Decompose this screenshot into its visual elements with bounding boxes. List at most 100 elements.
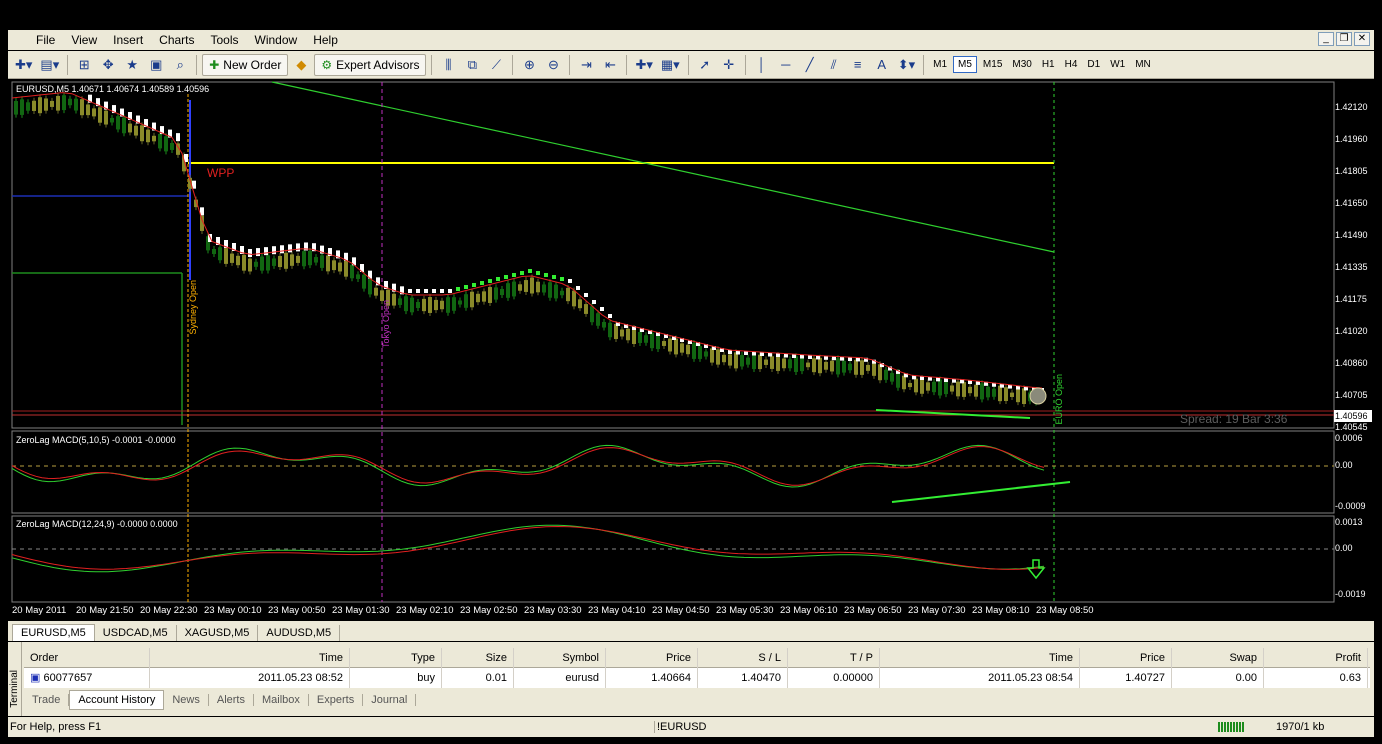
col-profit[interactable]: Profit (1264, 647, 1368, 668)
market-watch-icon[interactable]: ⊞ (73, 54, 95, 76)
fibonacci-icon[interactable]: ≡ (847, 54, 869, 76)
periods-icon[interactable]: ▦▾ (658, 54, 683, 76)
timeframe-h4[interactable]: H4 (1061, 57, 1082, 72)
candle-body (704, 351, 708, 357)
equidistant-channel-icon[interactable]: ⫽ (823, 54, 845, 76)
candle-body (668, 338, 672, 352)
table-row[interactable]: ▣ 60077657 2011.05.23 08:52 buy 0.01 eur… (24, 668, 1370, 688)
tab-account-history[interactable]: Account History (69, 690, 165, 710)
col-price[interactable]: Price (606, 647, 698, 668)
history-table: Order Time Type Size Symbol Price S / L … (24, 647, 1370, 688)
ribbon-dot (576, 286, 580, 290)
cell-profit: 0.63 (1264, 668, 1368, 688)
time-tick: 23 May 02:10 (396, 605, 454, 616)
metaeditor-icon[interactable]: ◆ (290, 54, 312, 76)
menu-window[interactable]: Window (247, 30, 306, 50)
line-chart-icon[interactable]: ⟋ (485, 54, 507, 76)
tab-news[interactable]: News (164, 694, 209, 706)
chart-canvas[interactable] (8, 80, 1374, 618)
close-icon[interactable]: ✕ (1354, 32, 1370, 46)
menu-help[interactable]: Help (305, 30, 346, 50)
new-order-button[interactable]: ✚ New Order (202, 53, 289, 76)
tab-experts[interactable]: Experts (309, 694, 364, 706)
crosshair-icon[interactable]: ✛ (718, 54, 740, 76)
bar-chart-icon[interactable]: ⫼ (437, 54, 459, 76)
col-sl[interactable]: S / L (698, 647, 788, 668)
timeframe-m15[interactable]: M15 (979, 57, 1006, 72)
horizontal-line-icon[interactable]: ─ (775, 54, 797, 76)
macd1-panel (11, 430, 1335, 514)
tab-journal[interactable]: Journal (363, 694, 417, 706)
time-tick: 23 May 06:10 (780, 605, 838, 616)
timeframe-h1[interactable]: H1 (1038, 57, 1059, 72)
chart-tab-xagusd[interactable]: XAGUSD,M5 (177, 625, 259, 641)
col-close-time[interactable]: Time (880, 647, 1080, 668)
timeframe-m5[interactable]: M5 (953, 56, 977, 73)
auto-scroll-icon[interactable]: ⇥ (575, 54, 597, 76)
timeframe-d1[interactable]: D1 (1083, 57, 1104, 72)
timeframe-w1[interactable]: W1 (1106, 57, 1129, 72)
candle-body (740, 355, 744, 367)
menu-file[interactable]: File (8, 30, 63, 50)
terminal-icon[interactable]: ▣ (145, 54, 167, 76)
timeframe-m1[interactable]: M1 (929, 57, 951, 72)
macd1-title: ZeroLag MACD(5,10,5) -0.0001 -0.0000 (16, 435, 176, 445)
chart-tab-usdcad[interactable]: USDCAD,M5 (95, 625, 177, 641)
chart-shift-icon[interactable]: ⇤ (599, 54, 621, 76)
col-swap[interactable]: Swap (1172, 647, 1264, 668)
col-symbol[interactable]: Symbol (514, 647, 606, 668)
ribbon-dot (512, 273, 516, 277)
ribbon-dot (472, 283, 476, 287)
minimize-icon[interactable]: _ (1318, 32, 1334, 46)
expert-advisors-button[interactable]: ⚙ Expert Advisors (314, 53, 427, 76)
profiles-icon[interactable]: ▤▾ (37, 54, 62, 76)
menu-view[interactable]: View (63, 30, 105, 50)
text-icon[interactable]: A (871, 54, 893, 76)
data-window-icon[interactable]: ✥ (97, 54, 119, 76)
col-order[interactable]: Order (24, 647, 150, 668)
cell-sl: 1.40470 (698, 668, 788, 688)
tab-alerts[interactable]: Alerts (209, 694, 254, 706)
restore-icon[interactable]: ❐ (1336, 32, 1352, 46)
zoom-out-icon[interactable]: ⊖ (542, 54, 564, 76)
candle-body (608, 322, 612, 338)
candle-body (842, 360, 846, 373)
cursor-icon[interactable]: ➚ (694, 54, 716, 76)
col-close-price[interactable]: Price (1080, 647, 1172, 668)
candle-body (980, 383, 984, 400)
timeframe-mn[interactable]: MN (1131, 57, 1155, 72)
col-tp[interactable]: T / P (788, 647, 880, 668)
menu-charts[interactable]: Charts (151, 30, 202, 50)
col-time[interactable]: Time (150, 647, 350, 668)
arrows-icon[interactable]: ⬍▾ (895, 54, 918, 76)
price-tick: 1.41960 (1335, 134, 1368, 144)
indicators-icon[interactable]: ✚▾ (632, 54, 655, 76)
tab-mailbox[interactable]: Mailbox (254, 694, 309, 706)
candle-body (236, 255, 240, 266)
price-tick: 1.41490 (1335, 230, 1368, 240)
candle-body (248, 258, 252, 272)
candle-body (212, 249, 216, 254)
ribbon-dot (448, 289, 452, 293)
menu-insert[interactable]: Insert (105, 30, 151, 50)
vertical-line-icon[interactable]: │ (751, 54, 773, 76)
candlestick-icon[interactable]: ⧉ (461, 54, 483, 76)
status-profile: !EURUSD (654, 721, 707, 733)
chart-window[interactable]: EURUSD,M5 1.40671 1.40674 1.40589 1.4059… (8, 80, 1374, 618)
timeframe-m30[interactable]: M30 (1008, 57, 1035, 72)
new-chart-icon[interactable]: ✚▾ (12, 54, 35, 76)
tab-trade[interactable]: Trade (24, 694, 70, 706)
cell-order: ▣ 60077657 (24, 668, 150, 688)
menu-tools[interactable]: Tools (203, 30, 247, 50)
trendline-icon[interactable]: ╱ (799, 54, 821, 76)
ribbon-dot (464, 285, 468, 289)
chart-tab-audusd[interactable]: AUDUSD,M5 (258, 625, 341, 641)
chart-tab-eurusd[interactable]: EURUSD,M5 (12, 624, 95, 641)
candle-body (116, 116, 120, 130)
col-size[interactable]: Size (442, 647, 514, 668)
strategy-tester-icon[interactable]: ⌕ (169, 54, 191, 76)
navigator-icon[interactable]: ★ (121, 54, 143, 76)
macd1-tick: -0.0009 (1335, 501, 1366, 511)
col-type[interactable]: Type (350, 647, 442, 668)
zoom-in-icon[interactable]: ⊕ (518, 54, 540, 76)
